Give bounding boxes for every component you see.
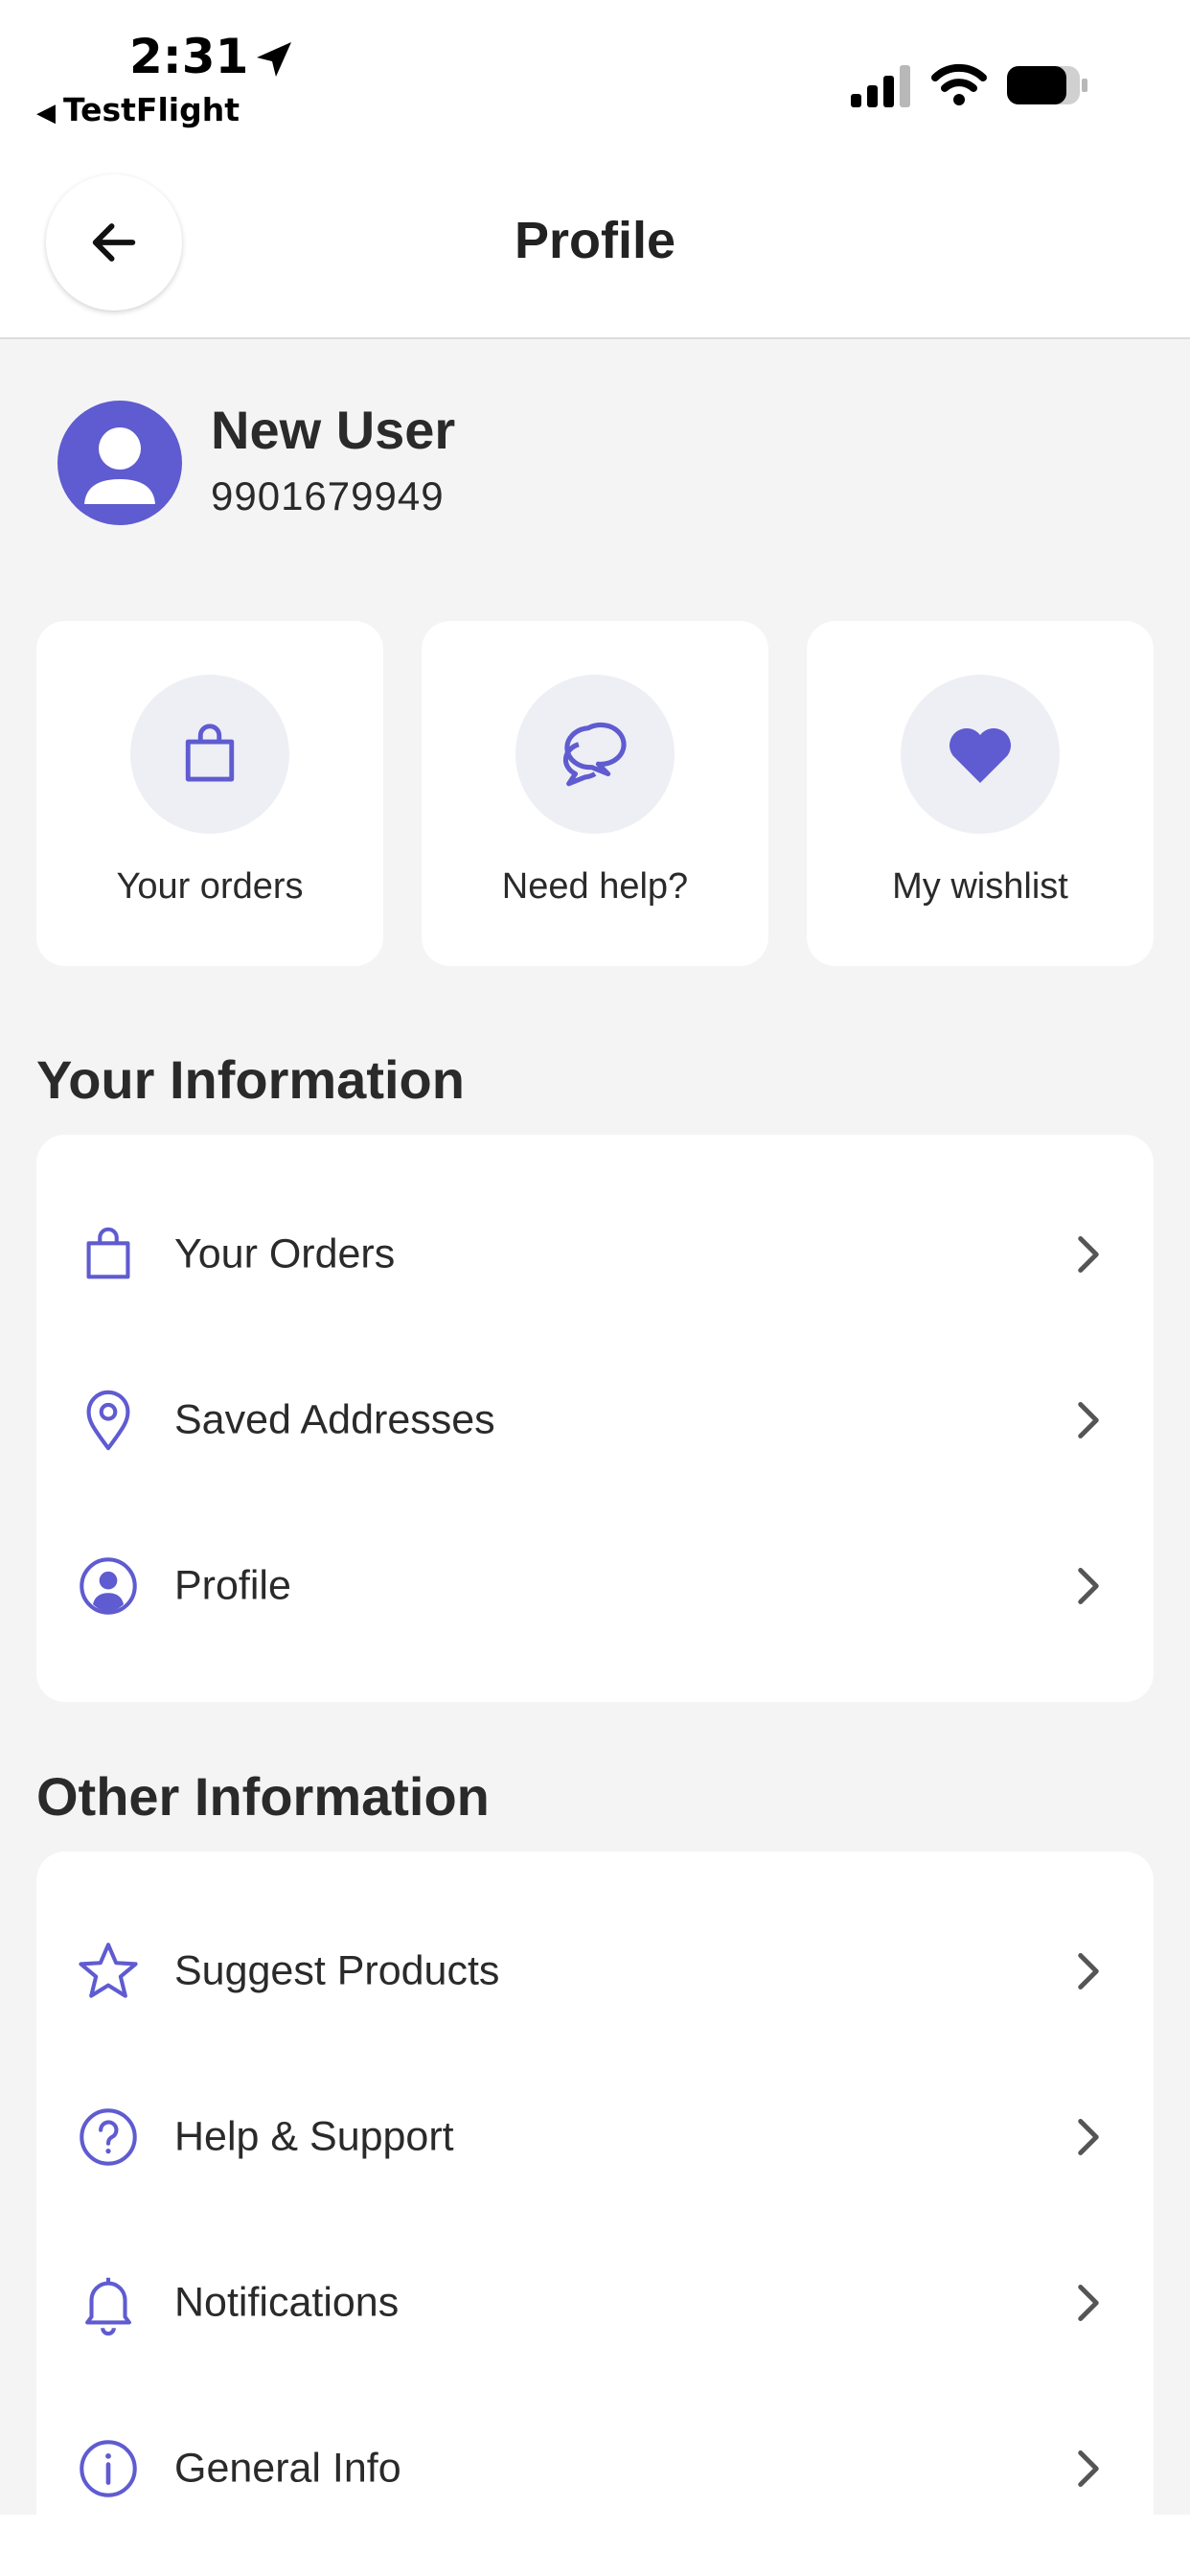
status-time: 2:31 bbox=[129, 29, 249, 84]
your-information-list: Your Orders Saved Addresses Profile bbox=[36, 1135, 1154, 1702]
chevron-right-icon bbox=[1078, 1567, 1099, 1604]
list-item-label: Saved Addresses bbox=[174, 1396, 495, 1442]
back-app-label: TestFlight bbox=[63, 91, 240, 128]
quick-need-help-label: Need help? bbox=[501, 866, 689, 907]
cellular-signal-icon bbox=[851, 65, 910, 107]
chevron-right-icon bbox=[1078, 2450, 1099, 2487]
avatar bbox=[57, 401, 182, 525]
quick-your-orders-label: Your orders bbox=[116, 866, 304, 907]
question-circle-icon bbox=[80, 2107, 137, 2166]
user-name: New User bbox=[211, 400, 456, 460]
shopping-bag-icon bbox=[86, 1227, 130, 1278]
shopping-bag-icon bbox=[185, 724, 235, 782]
heart-icon bbox=[949, 727, 1012, 783]
list-item-label: Profile bbox=[174, 1562, 291, 1608]
other-information-title: Other Information bbox=[36, 1766, 490, 1827]
status-bar: 2:31 ◀ TestFlight bbox=[0, 0, 1190, 163]
list-item-label: Notifications bbox=[174, 2279, 400, 2325]
chevron-right-icon bbox=[1078, 1401, 1099, 1438]
back-to-app-link[interactable]: ◀ TestFlight bbox=[36, 91, 240, 128]
chevron-right-icon bbox=[1078, 1952, 1099, 1990]
quick-wishlist-label: My wishlist bbox=[892, 866, 1068, 907]
header: Profile bbox=[0, 163, 1190, 339]
chevron-right-icon bbox=[1078, 2284, 1099, 2321]
list-item-saved-addresses[interactable]: Saved Addresses bbox=[36, 1337, 1154, 1503]
chevron-right-icon bbox=[1078, 1235, 1099, 1273]
list-item-profile[interactable]: Profile bbox=[36, 1503, 1154, 1668]
icon-circle bbox=[130, 675, 289, 834]
page-title: Profile bbox=[514, 212, 676, 269]
list-item-help-support[interactable]: Help & Support bbox=[36, 2054, 1154, 2220]
bottom-area bbox=[0, 2515, 1190, 2576]
list-item-label: General Info bbox=[174, 2445, 401, 2491]
star-icon bbox=[79, 1942, 138, 1998]
your-information-title: Your Information bbox=[36, 1049, 465, 1110]
user-phone: 9901679949 bbox=[211, 473, 445, 518]
list-item-label: Suggest Products bbox=[174, 1947, 500, 1993]
list-item-label: Your Orders bbox=[174, 1230, 396, 1276]
user-circle-icon bbox=[80, 1556, 137, 1615]
profile-content: New User 9901679949 Your orders Need hel… bbox=[0, 339, 1190, 2542]
quick-wishlist-card[interactable]: My wishlist bbox=[807, 621, 1154, 966]
chevron-right-icon bbox=[1078, 2118, 1099, 2155]
list-item-suggest-products[interactable]: Suggest Products bbox=[36, 1888, 1154, 2054]
back-triangle-icon: ◀ bbox=[36, 99, 56, 127]
bell-icon bbox=[85, 2277, 131, 2335]
wifi-icon bbox=[931, 63, 987, 105]
chat-bubbles-icon bbox=[562, 722, 627, 787]
icon-circle bbox=[901, 675, 1060, 834]
list-item-notifications[interactable]: Notifications bbox=[36, 2220, 1154, 2385]
location-pin-icon bbox=[86, 1390, 130, 1450]
info-circle-icon bbox=[80, 2439, 137, 2497]
quick-actions: Your orders Need help? My wishlist bbox=[36, 621, 1154, 966]
list-item-your-orders[interactable]: Your Orders bbox=[36, 1171, 1154, 1337]
location-arrow-icon bbox=[257, 42, 291, 77]
battery-icon bbox=[1007, 66, 1087, 104]
icon-circle bbox=[515, 675, 675, 834]
other-information-list: Suggest Products Help & Support Notifica bbox=[36, 1852, 1154, 2542]
list-item-label: Help & Support bbox=[174, 2113, 454, 2159]
quick-need-help-card[interactable]: Need help? bbox=[422, 621, 768, 966]
quick-your-orders-card[interactable]: Your orders bbox=[36, 621, 383, 966]
